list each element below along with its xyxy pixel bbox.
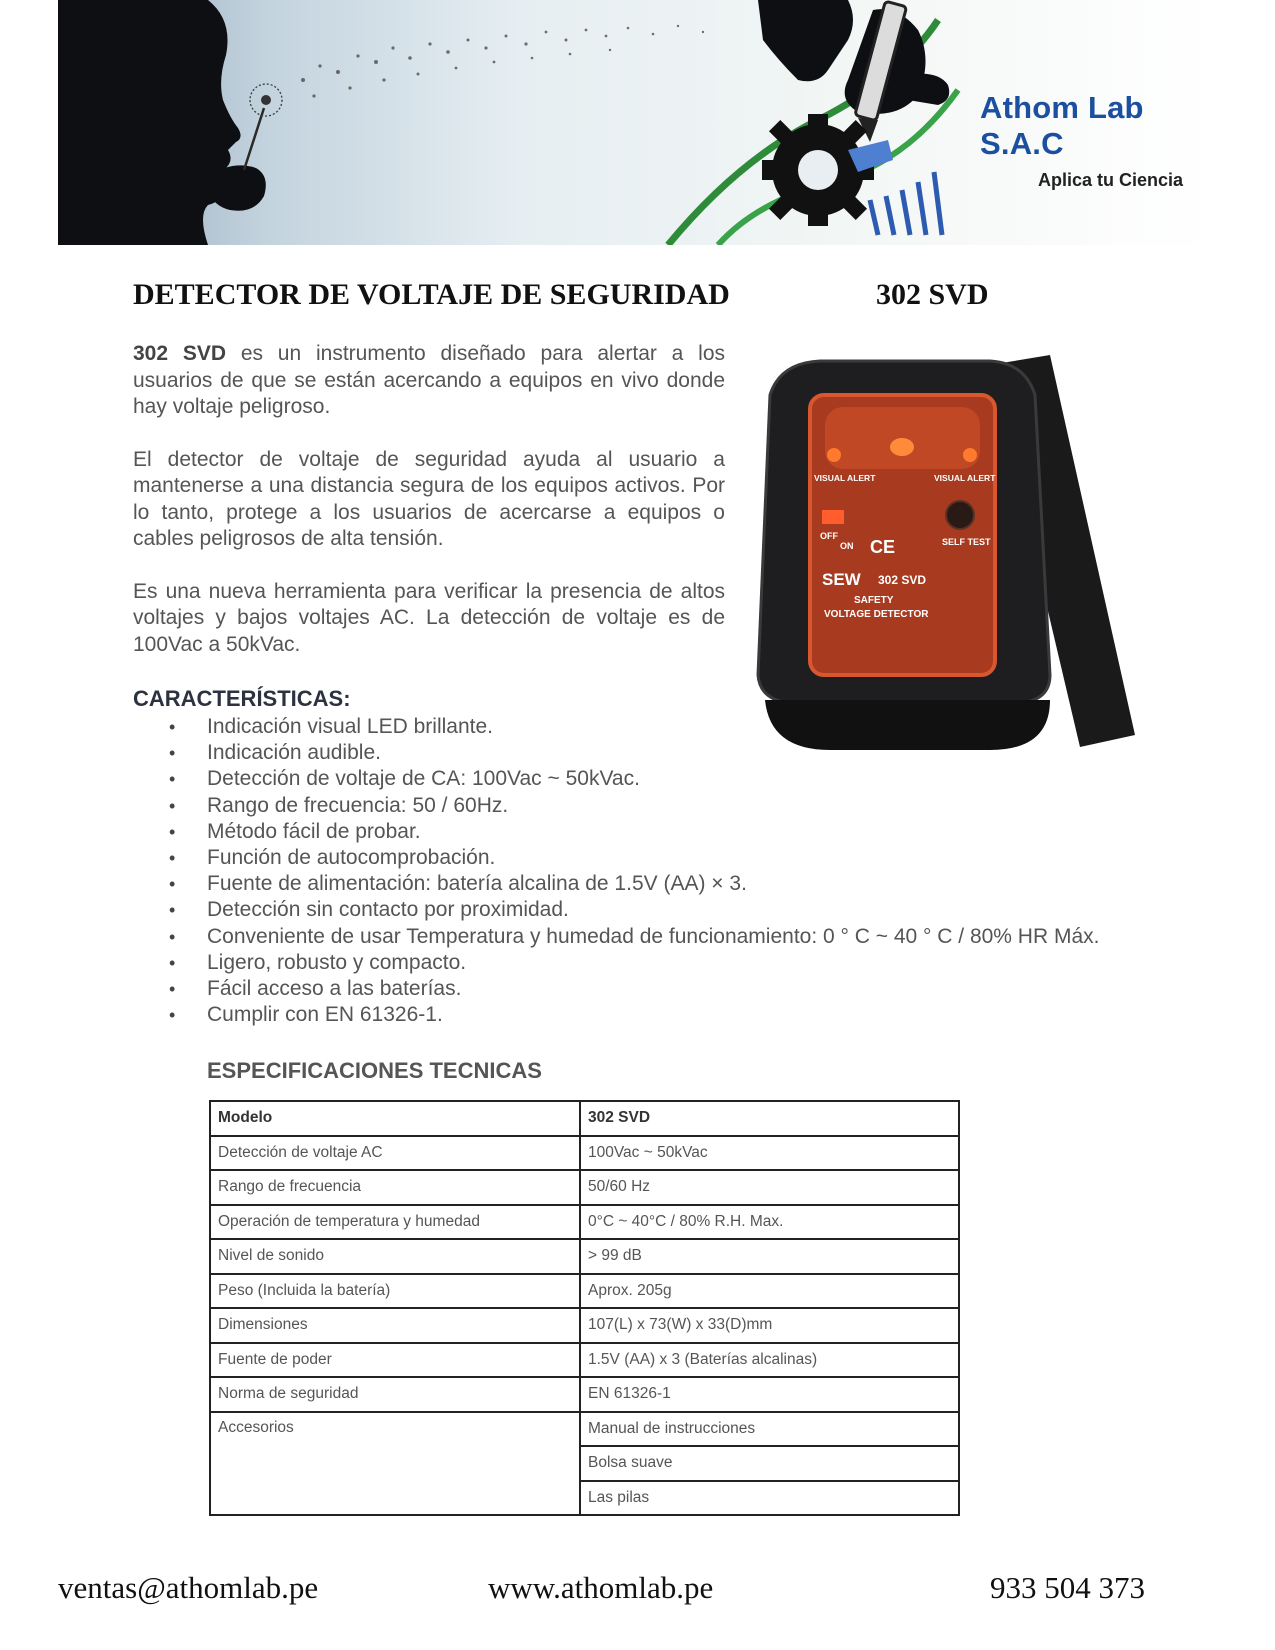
table-row: Detección de voltaje AC 100Vac ~ 50kVac [209,1134,960,1171]
table-cell: Las pilas [579,1479,960,1516]
list-item: Fuente de alimentación: batería alcalina… [163,871,1099,897]
table-cell: > 99 dB [579,1238,960,1275]
table-cell: 100Vac ~ 50kVac [579,1134,960,1171]
table-cell: 1.5V (AA) x 3 (Baterías alcalinas) [579,1341,960,1378]
visual-alert-right: VISUAL ALERT [934,473,996,483]
right-led [963,448,977,462]
features-heading: CARACTERÍSTICAS: [133,686,351,711]
list-item: Detección de voltaje de CA: 100Vac ~ 50k… [163,766,1099,792]
list-item: Función de autocomprobación. [163,845,1099,871]
on-label: ON [840,541,854,551]
device-line2: VOLTAGE DETECTOR [824,609,929,620]
led-indicator [890,438,914,456]
footer-email[interactable]: ventas@athomlab.pe [58,1570,318,1606]
page-title-model: 302 SVD [876,278,989,311]
visual-alert-right-text: VISUAL ALERT [934,473,996,483]
visual-alert-left: VISUAL ALERT [814,473,876,483]
table-row: Peso (Incluida la batería) Aprox. 205g [209,1272,960,1309]
table-cell: 302 SVD [579,1100,960,1137]
header-banner: Athom Lab S.A.C Aplica tu Ciencia [58,0,1213,245]
seeds [301,24,705,98]
table-cell: 107(L) x 73(W) x 33(D)mm [579,1307,960,1344]
specs-table: Modelo 302 SVD Detección de voltaje AC 10… [209,1100,960,1516]
power-switch [822,510,844,524]
table-header-row: Modelo 302 SVD [209,1100,960,1137]
device-line1: SAFETY [854,595,894,606]
child-silhouette [58,0,266,245]
speaker-grille [825,407,980,469]
self-test-button [945,500,975,530]
list-item: Ligero, robusto y compacto. [163,950,1099,976]
table-cell: Manual de instrucciones [579,1410,960,1447]
table-cell: Nivel de sonido [209,1238,581,1275]
table-cell: Dimensiones [209,1307,581,1344]
brand-tagline: Aplica tu Ciencia [1038,170,1184,190]
table-row: Accesorios Manual de instrucciones [209,1410,960,1516]
list-item: Detección sin contacto por proximidad. [163,897,1099,923]
table-row: Dimensiones 107(L) x 73(W) x 33(D)mm [209,1307,960,1344]
brand-name: Athom Lab S.A.C [980,90,1144,161]
product-image: VISUAL ALERT VISUAL ALERT OFF ON CE SELF… [756,355,1135,750]
table-cell: Aprox. 205g [579,1272,960,1309]
page-title: DETECTOR DE VOLTAJE DE SEGURIDAD [133,278,730,311]
table-cell: Modelo [209,1100,581,1137]
footer-website[interactable]: www.athomlab.pe [488,1570,713,1606]
left-led [827,448,841,462]
list-item: Rango de frecuencia: 50 / 60Hz. [163,793,1099,819]
intro-text: 302 SVD es un instrumento diseñado para … [133,341,725,684]
list-item: Indicación audible. [163,740,1099,766]
list-item: Indicación visual LED brillante. [163,714,1099,740]
table-row: Norma de seguridad EN 61326-1 [209,1376,960,1413]
table-cell: 50/60 Hz [579,1169,960,1206]
table-row: Fuente de poder 1.5V (AA) x 3 (Baterías a… [209,1341,960,1378]
intro-paragraph-1: 302 SVD es un instrumento diseñado para … [133,341,725,421]
list-item: Método fácil de probar. [163,819,1099,845]
table-cell: EN 61326-1 [579,1376,960,1413]
table-cell: Detección de voltaje AC [209,1134,581,1171]
features-list: Indicación visual LED brillante. Indicac… [163,714,1099,1029]
off-label: OFF [820,531,838,541]
intro-paragraph-2: El detector de voltaje de seguridad ayud… [133,447,725,551]
ce-mark: CE [870,537,895,557]
specs-heading: ESPECIFICACIONES TECNICAS [207,1058,542,1083]
table-row: Nivel de sonido > 99 dB [209,1238,960,1275]
hand-silhouette [758,0,950,142]
dandelion-icon [242,83,283,171]
list-item: Conveniente de usar Temperatura y humeda… [163,924,1099,950]
table-cell: Rango de frecuencia [209,1169,581,1206]
table-cell: Norma de seguridad [209,1376,581,1413]
table-cell: Bolsa suave [579,1445,960,1482]
brand-block: Athom Lab S.A.C Aplica tu Ciencia [980,90,1213,191]
footer-phone: 933 504 373 [990,1570,1145,1605]
device-brand: SEW [822,570,862,589]
intro-model-bold: 302 SVD [133,342,227,365]
list-item: Cumplir con EN 61326-1. [163,1002,1099,1028]
table-cell: Operación de temperatura y humedad [209,1203,581,1240]
table-cell: Fuente de poder [209,1341,581,1378]
table-cell: Peso (Incluida la batería) [209,1272,581,1309]
table-row: Rango de frecuencia 50/60 Hz [209,1169,960,1206]
accessories-label: Accesorios [209,1410,581,1516]
device-model: 302 SVD [878,573,926,587]
intro-paragraph-3: Es una nueva herramienta para verificar … [133,579,725,656]
table-cell: 0°C ~ 40°C / 80% R.H. Max. [579,1203,960,1240]
self-test-label: SELF TEST [942,537,991,547]
visual-alert-left-text: VISUAL ALERT [814,473,876,483]
table-row: Operación de temperatura y humedad 0°C ~ … [209,1203,960,1240]
list-item: Fácil acceso a las baterías. [163,976,1099,1002]
